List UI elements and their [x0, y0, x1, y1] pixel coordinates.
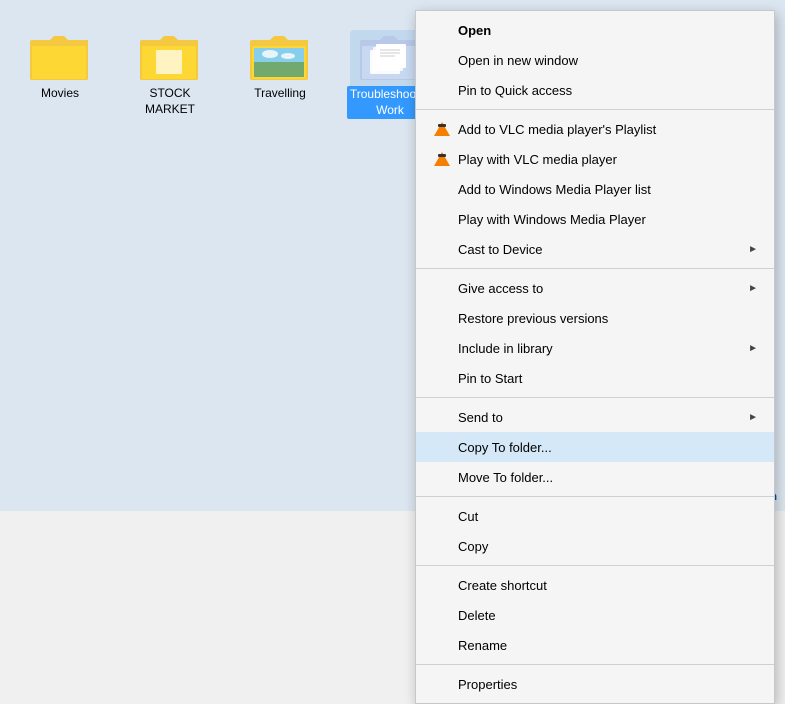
- open-icon: [432, 20, 452, 40]
- menu-label-restore-versions: Restore previous versions: [458, 311, 758, 326]
- menu-label-add-wmp-list: Add to Windows Media Player list: [458, 182, 758, 197]
- menu-label-rename: Rename: [458, 638, 758, 653]
- pin-start-icon: [432, 368, 452, 388]
- menu-item-delete[interactable]: Delete: [416, 600, 774, 630]
- menu-label-include-library: Include in library: [458, 341, 748, 356]
- delete-icon: [432, 605, 452, 625]
- separator-4: [416, 496, 774, 497]
- menu-item-cast-device[interactable]: Cast to Device ►: [416, 234, 774, 264]
- include-library-arrow: ►: [748, 343, 758, 354]
- folder-stock-market[interactable]: STOCK MARKET: [130, 30, 210, 117]
- menu-label-cast-device: Cast to Device: [458, 242, 748, 257]
- menu-label-properties: Properties: [458, 677, 758, 692]
- menu-label-copy-to-folder: Copy To folder...: [458, 440, 758, 455]
- menu-label-pin-start: Pin to Start: [458, 371, 758, 386]
- send-to-icon: [432, 407, 452, 427]
- menu-label-copy: Copy: [458, 539, 758, 554]
- send-to-arrow: ►: [748, 412, 758, 423]
- create-shortcut-icon: [432, 575, 452, 595]
- menu-label-play-vlc: Play with VLC media player: [458, 152, 758, 167]
- copy-icon: [432, 536, 452, 556]
- vlc-playlist-icon: [432, 119, 452, 139]
- menu-item-send-to[interactable]: Send to ►: [416, 402, 774, 432]
- menu-item-add-wmp-list[interactable]: Add to Windows Media Player list: [416, 174, 774, 204]
- menu-item-copy-to-folder[interactable]: Copy To folder...: [416, 432, 774, 462]
- separator-6: [416, 664, 774, 665]
- menu-item-pin-quick-access[interactable]: Pin to Quick access: [416, 75, 774, 105]
- folder-label-stock-market: STOCK MARKET: [130, 86, 210, 117]
- desktop: Movies STOCK MARKET: [0, 0, 785, 511]
- open-new-window-icon: [432, 50, 452, 70]
- context-menu: Open Open in new window Pin to Quick acc…: [415, 10, 775, 704]
- menu-label-open-new-window: Open in new window: [458, 53, 758, 68]
- vlc-play-icon: [432, 149, 452, 169]
- cut-icon: [432, 506, 452, 526]
- rename-icon: [432, 635, 452, 655]
- menu-item-add-vlc-playlist[interactable]: Add to VLC media player's Playlist: [416, 114, 774, 144]
- menu-item-open-new-window[interactable]: Open in new window: [416, 45, 774, 75]
- menu-label-give-access: Give access to: [458, 281, 748, 296]
- menu-item-play-wmp[interactable]: Play with Windows Media Player: [416, 204, 774, 234]
- menu-item-restore-versions[interactable]: Restore previous versions: [416, 303, 774, 333]
- folder-icon-travelling: [250, 30, 310, 82]
- separator-3: [416, 397, 774, 398]
- menu-item-cut[interactable]: Cut: [416, 501, 774, 531]
- folder-movies[interactable]: Movies: [20, 30, 100, 102]
- properties-icon: [432, 674, 452, 694]
- menu-item-create-shortcut[interactable]: Create shortcut: [416, 570, 774, 600]
- folder-label-movies: Movies: [41, 86, 79, 102]
- menu-item-open[interactable]: Open: [416, 15, 774, 45]
- give-access-icon: [432, 278, 452, 298]
- give-access-arrow: ►: [748, 283, 758, 294]
- folder-icon-movies: [30, 30, 90, 82]
- menu-item-move-to-folder[interactable]: Move To folder...: [416, 462, 774, 492]
- cast-device-arrow: ►: [748, 244, 758, 255]
- menu-item-give-access[interactable]: Give access to ►: [416, 273, 774, 303]
- folder-label-travelling: Travelling: [254, 86, 306, 102]
- menu-label-move-to-folder: Move To folder...: [458, 470, 758, 485]
- folder-icon-stock-market: [140, 30, 200, 82]
- restore-versions-icon: [432, 308, 452, 328]
- wmp-play-icon: [432, 209, 452, 229]
- menu-label-pin-quick-access: Pin to Quick access: [458, 83, 758, 98]
- menu-label-play-wmp: Play with Windows Media Player: [458, 212, 758, 227]
- pin-quick-access-icon: [432, 80, 452, 100]
- cast-device-icon: [432, 239, 452, 259]
- menu-item-pin-start[interactable]: Pin to Start: [416, 363, 774, 393]
- menu-label-create-shortcut: Create shortcut: [458, 578, 758, 593]
- menu-item-play-vlc[interactable]: Play with VLC media player: [416, 144, 774, 174]
- menu-item-copy[interactable]: Copy: [416, 531, 774, 561]
- separator-2: [416, 268, 774, 269]
- include-library-icon: [432, 338, 452, 358]
- move-to-folder-icon: [432, 467, 452, 487]
- copy-to-folder-icon: [432, 437, 452, 457]
- wmp-list-icon: [432, 179, 452, 199]
- folder-icon-troubleshooter-work: [360, 30, 420, 82]
- menu-label-delete: Delete: [458, 608, 758, 623]
- menu-item-properties[interactable]: Properties: [416, 669, 774, 699]
- menu-label-add-vlc-playlist: Add to VLC media player's Playlist: [458, 122, 758, 137]
- separator-1: [416, 109, 774, 110]
- folder-travelling[interactable]: Travelling: [240, 30, 320, 102]
- menu-label-open: Open: [458, 23, 758, 38]
- menu-item-rename[interactable]: Rename: [416, 630, 774, 660]
- menu-item-include-library[interactable]: Include in library ►: [416, 333, 774, 363]
- separator-5: [416, 565, 774, 566]
- menu-label-send-to: Send to: [458, 410, 748, 425]
